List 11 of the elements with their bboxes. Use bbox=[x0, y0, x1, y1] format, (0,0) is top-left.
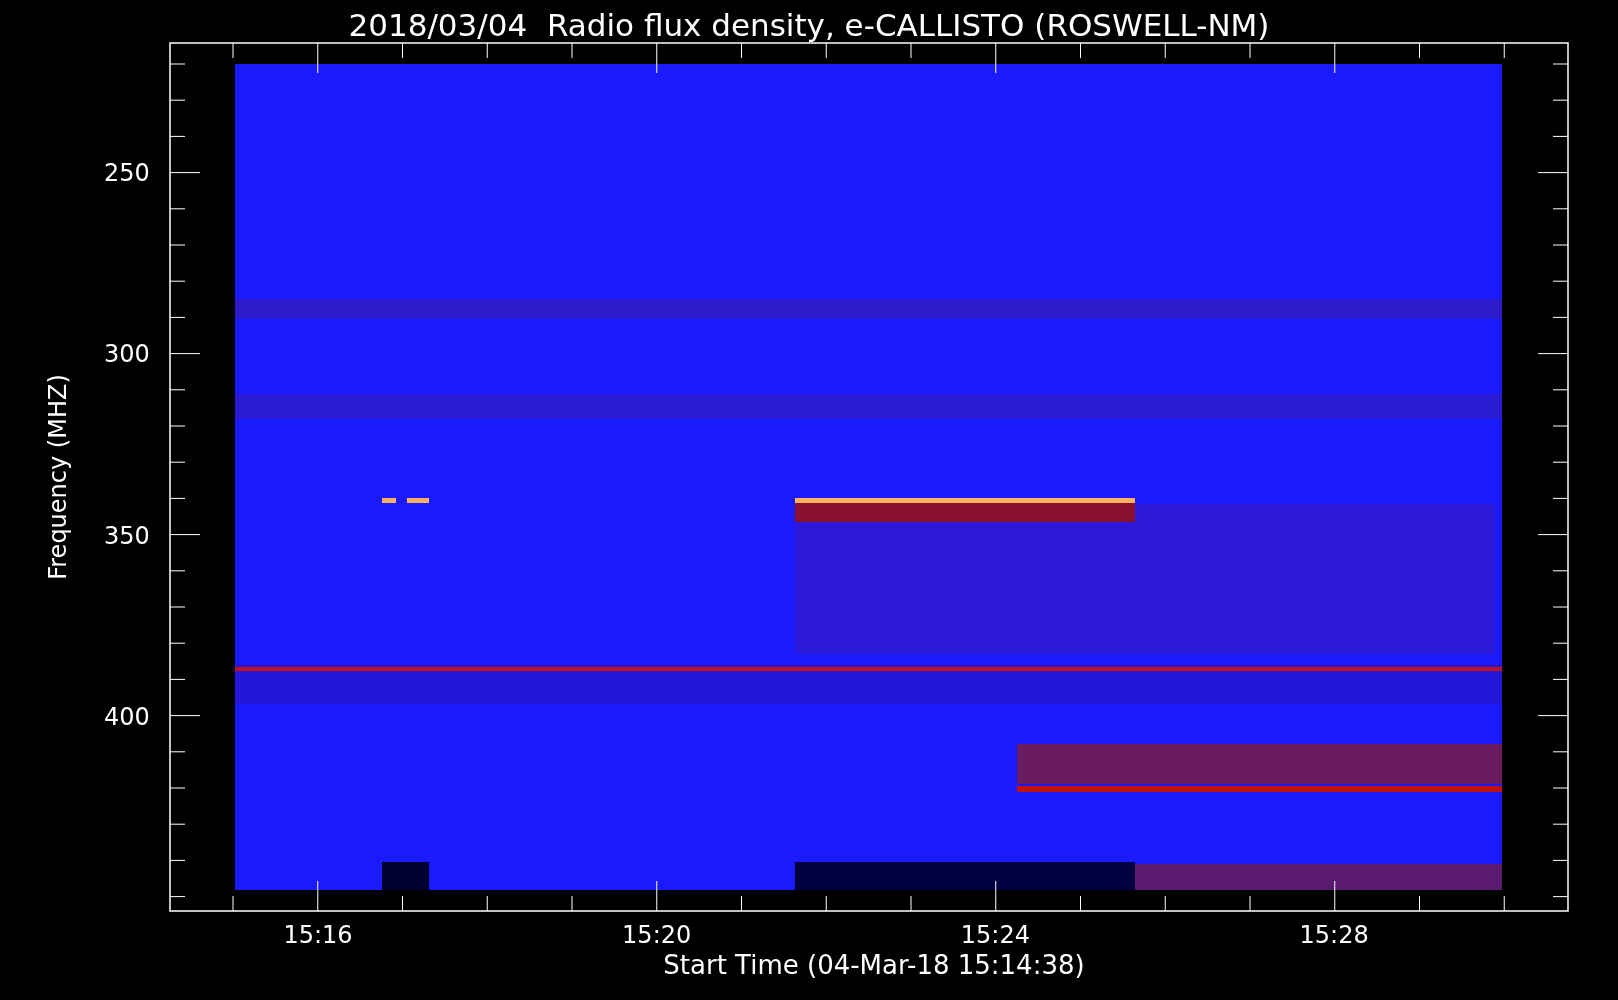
chart-title: 2018/03/04 Radio flux density, e-CALLISTO (ROSWELL-NM) bbox=[347, 6, 1271, 45]
x-tick-label: 15:16 bbox=[282, 921, 354, 949]
x-tick-label: 15:28 bbox=[1298, 921, 1370, 949]
y-tick-label: 350 bbox=[104, 521, 150, 550]
x-axis-label: Start Time (04-Mar-18 15:14:38) bbox=[662, 950, 1086, 980]
y-tick-label: 250 bbox=[104, 159, 150, 187]
y-tick-label: 400 bbox=[104, 702, 150, 731]
x-tick-label: 15:24 bbox=[959, 921, 1031, 949]
y-axis-label: Frequency (MHZ) bbox=[44, 373, 72, 582]
x-tick-label: 15:20 bbox=[621, 921, 693, 949]
y-tick-label: 300 bbox=[104, 340, 150, 369]
